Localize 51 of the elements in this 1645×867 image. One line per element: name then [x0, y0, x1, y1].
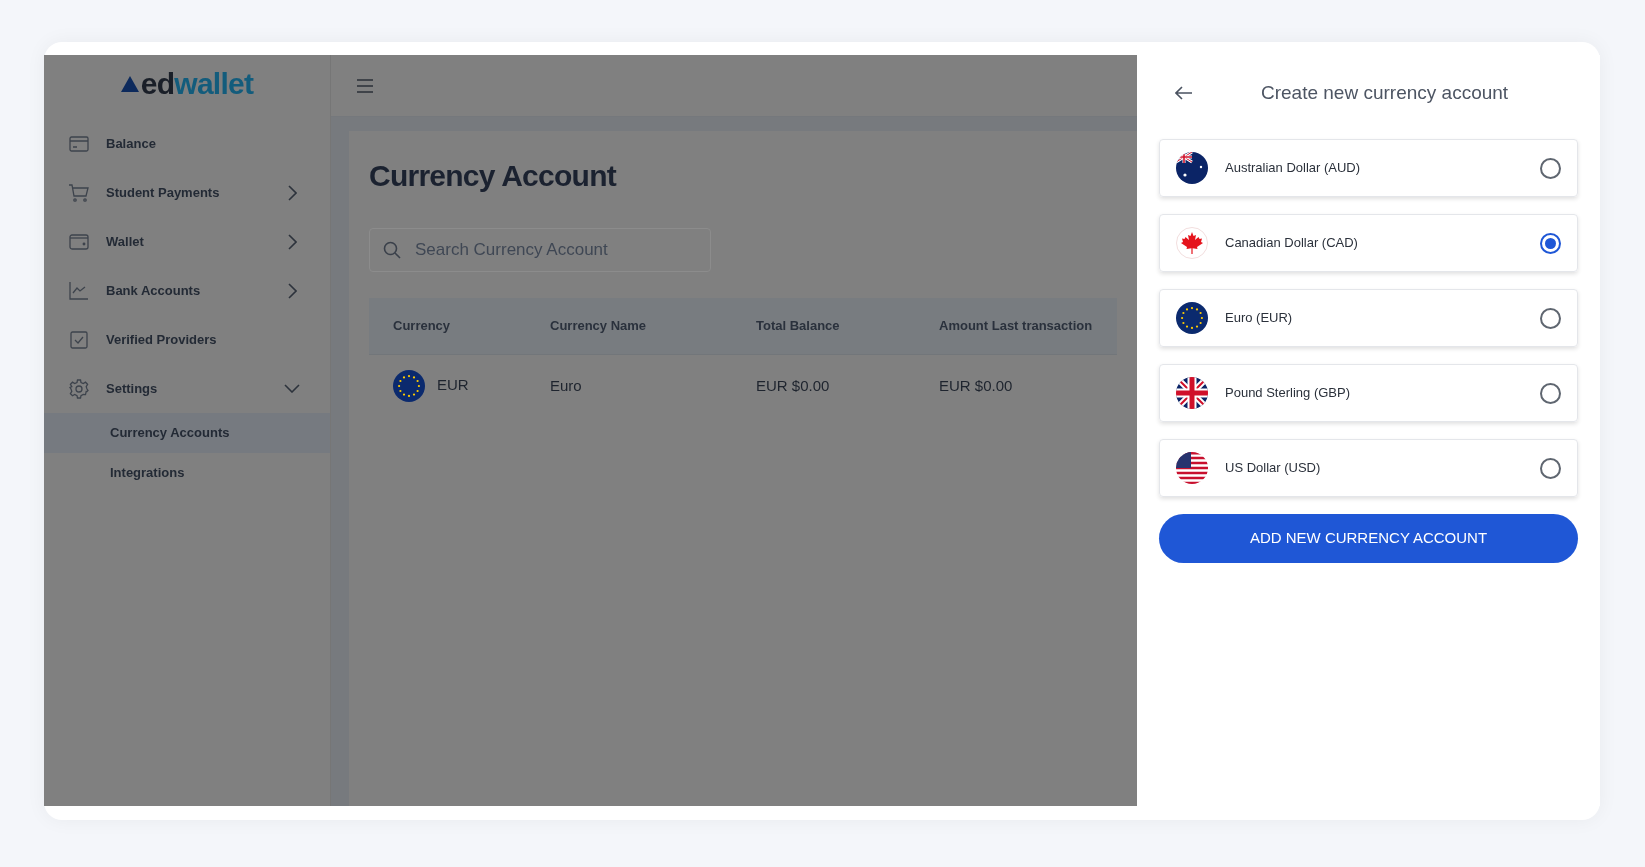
cart-icon: [69, 183, 89, 202]
currency-option[interactable]: Canadian Dollar (CAD): [1159, 214, 1578, 272]
chevron-right-icon: [287, 233, 297, 250]
chart-icon: [69, 281, 89, 300]
wallet-icon: [69, 233, 89, 250]
currency-option[interactable]: Euro (EUR): [1159, 289, 1578, 347]
currency-option[interactable]: Australian Dollar (AUD): [1159, 139, 1578, 197]
eu-flag-icon: [393, 370, 425, 402]
currency-option[interactable]: Pound Sterling (GBP): [1159, 364, 1578, 422]
logo: edwallet: [140, 69, 254, 99]
logo-icon: [120, 76, 139, 92]
checkbox-icon: [70, 330, 88, 349]
maple-leaf-flag-icon: [1176, 227, 1208, 259]
sidebar-subitem[interactable]: Integrations: [44, 453, 330, 493]
uk-flag-icon: [1176, 377, 1208, 409]
card-icon: [69, 135, 89, 152]
table-cell: EUR $0.00: [756, 376, 830, 394]
search-icon: [383, 241, 401, 259]
search-field[interactable]: Search Currency Account: [369, 228, 711, 272]
table-cell: EUR $0.00: [939, 376, 1013, 394]
column-header: Amount Last transaction: [939, 318, 1093, 334]
back-icon[interactable]: [1175, 86, 1193, 100]
table-cell-text: EUR: [437, 374, 469, 395]
table-cell: Euro: [550, 376, 582, 394]
page-title: Currency Account: [369, 158, 618, 194]
settings-icon: [69, 378, 89, 399]
eu-flag-icon: [1176, 302, 1208, 334]
menu-icon[interactable]: [357, 78, 373, 93]
us-flag-icon: [1176, 452, 1208, 484]
sidebar-item[interactable]: Verified Providers: [44, 315, 330, 364]
sidebar-item[interactable]: Balance: [44, 119, 330, 168]
sidebar-item[interactable]: Bank Accounts: [44, 266, 330, 315]
sidebar-item[interactable]: Wallet: [44, 217, 330, 266]
sidebar-item[interactable]: Settings: [44, 364, 330, 413]
australia-flag-icon: [1176, 152, 1208, 184]
column-header: Currency Name: [550, 318, 647, 334]
column-header: Currency: [393, 318, 451, 334]
radio-button[interactable]: [1540, 157, 1561, 179]
radio-button[interactable]: [1540, 307, 1561, 329]
radio-button[interactable]: [1540, 382, 1561, 404]
column-header: Total Balance: [756, 318, 840, 334]
chevron-right-icon: [287, 282, 297, 299]
sidebar-subitem[interactable]: Currency Accounts: [44, 413, 330, 453]
sidebar-item[interactable]: Student Payments: [44, 168, 330, 217]
radio-button[interactable]: [1540, 457, 1561, 479]
chevron-right-icon: [287, 184, 297, 201]
radio-button[interactable]: [1540, 232, 1561, 254]
add-currency-button[interactable]: ADD NEW CURRENCY ACCOUNT: [1159, 514, 1578, 563]
chevron-down-icon: [284, 384, 300, 393]
panel-title: Create new currency account: [1261, 80, 1509, 105]
currency-option[interactable]: US Dollar (USD): [1159, 439, 1578, 497]
